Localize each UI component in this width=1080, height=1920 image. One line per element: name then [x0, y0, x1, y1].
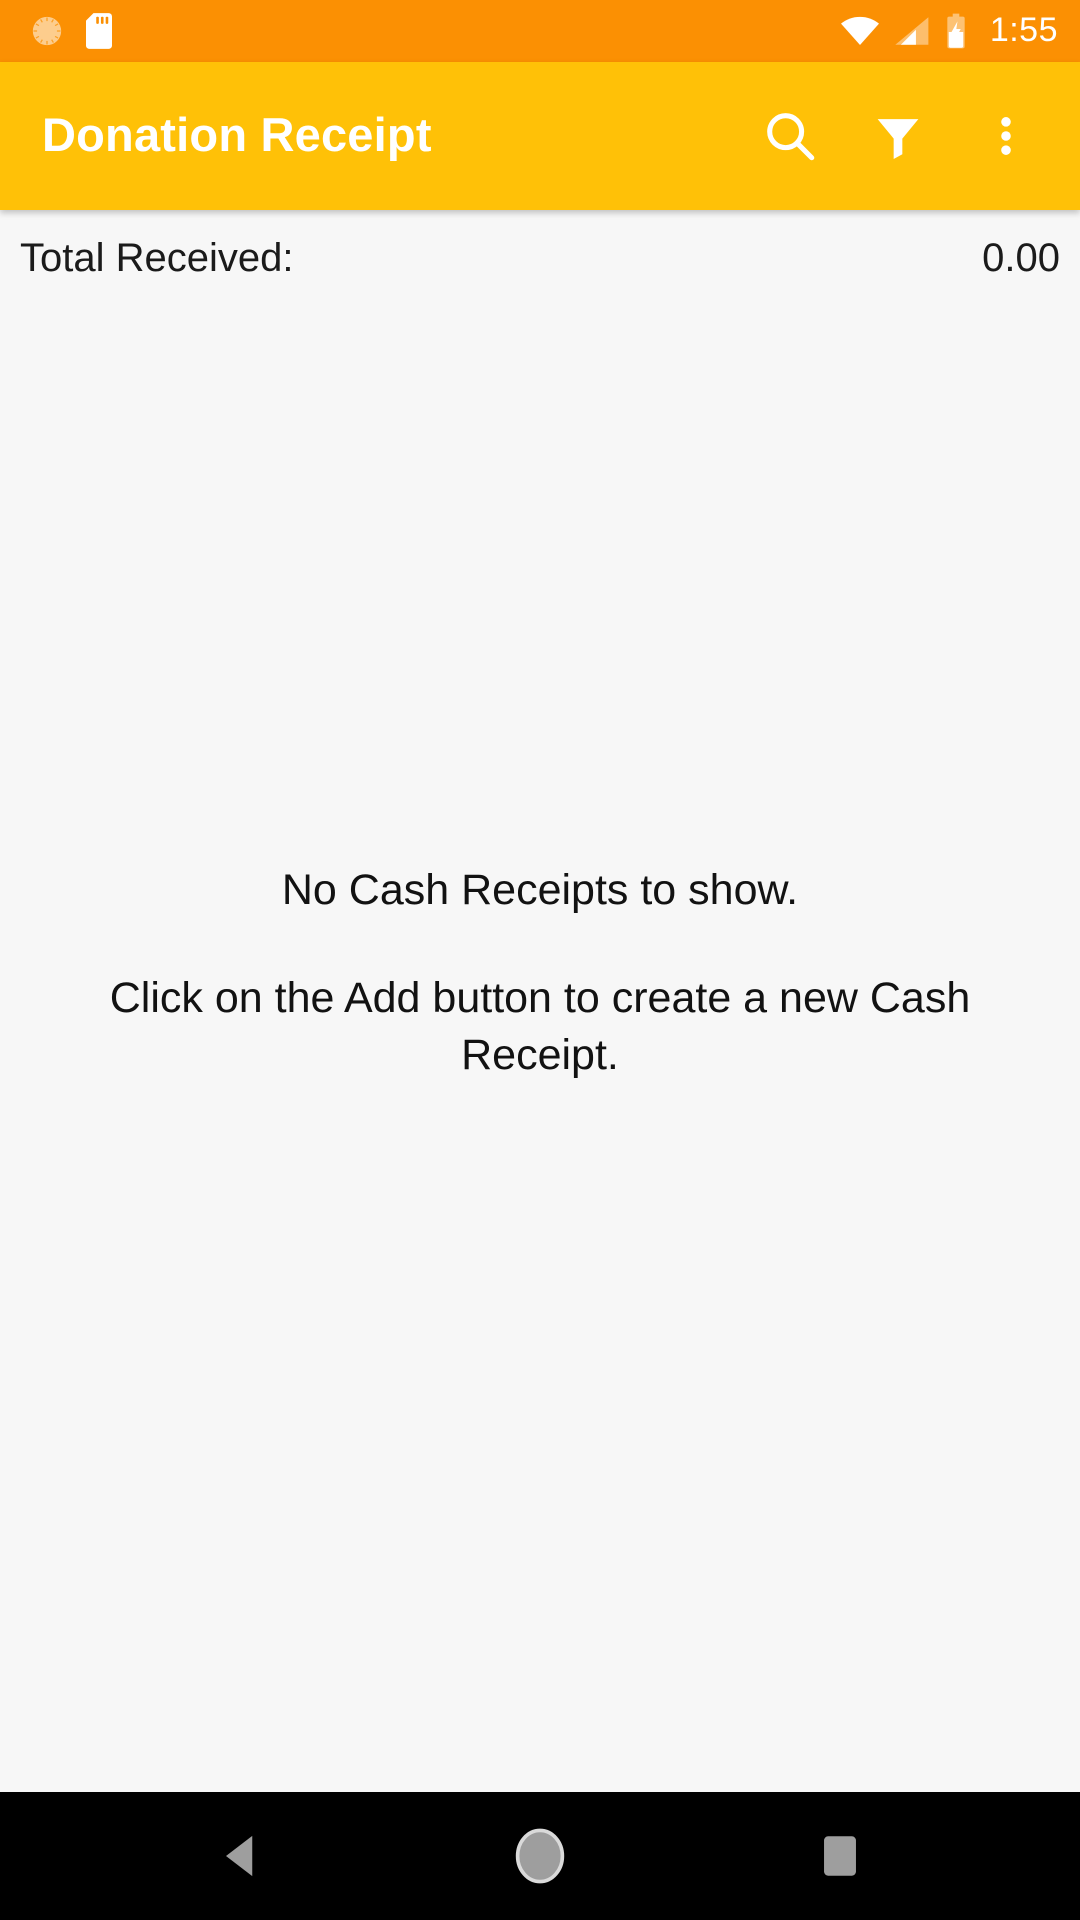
app-bar-actions	[736, 82, 1060, 190]
circle-icon	[514, 1827, 566, 1885]
empty-state-hint: Click on the Add button to create a new …	[109, 974, 971, 1079]
filter-icon	[872, 110, 924, 162]
wifi-icon	[840, 15, 880, 47]
nav-back-button[interactable]	[165, 1792, 315, 1920]
phone-screen: 1:55 Donation Receipt Total Received: 0.…	[0, 0, 1080, 1920]
empty-state-title: No Cash Receipts to show.	[281, 866, 799, 915]
nav-recents-button[interactable]	[765, 1792, 915, 1920]
search-icon	[761, 107, 819, 165]
overflow-menu-button[interactable]	[952, 82, 1060, 190]
content-area: Total Received: 0.00 No Cash Receipts to…	[0, 210, 1080, 1792]
more-vertical-icon	[981, 111, 1031, 161]
status-bar-clock: 1:55	[989, 10, 1058, 49]
page-title: Donation Receipt	[42, 107, 432, 161]
square-icon	[821, 1833, 859, 1879]
triangle-left-icon	[219, 1833, 261, 1879]
status-bar: 1:55	[0, 0, 1080, 62]
search-button[interactable]	[736, 82, 844, 190]
status-bar-right-icons: 1:55	[840, 13, 1058, 50]
sync-icon	[30, 14, 64, 48]
nav-home-button[interactable]	[465, 1792, 615, 1920]
battery-charging-icon	[944, 13, 968, 49]
android-navigation-bar	[0, 1792, 1080, 1920]
filter-button[interactable]	[844, 82, 952, 190]
status-bar-left-icons	[30, 13, 112, 49]
cell-signal-icon	[894, 15, 930, 47]
sd-card-icon	[86, 13, 112, 49]
app-bar: Donation Receipt	[0, 62, 1080, 210]
empty-state: No Cash Receipts to show. Click on the A…	[0, 220, 1080, 1728]
